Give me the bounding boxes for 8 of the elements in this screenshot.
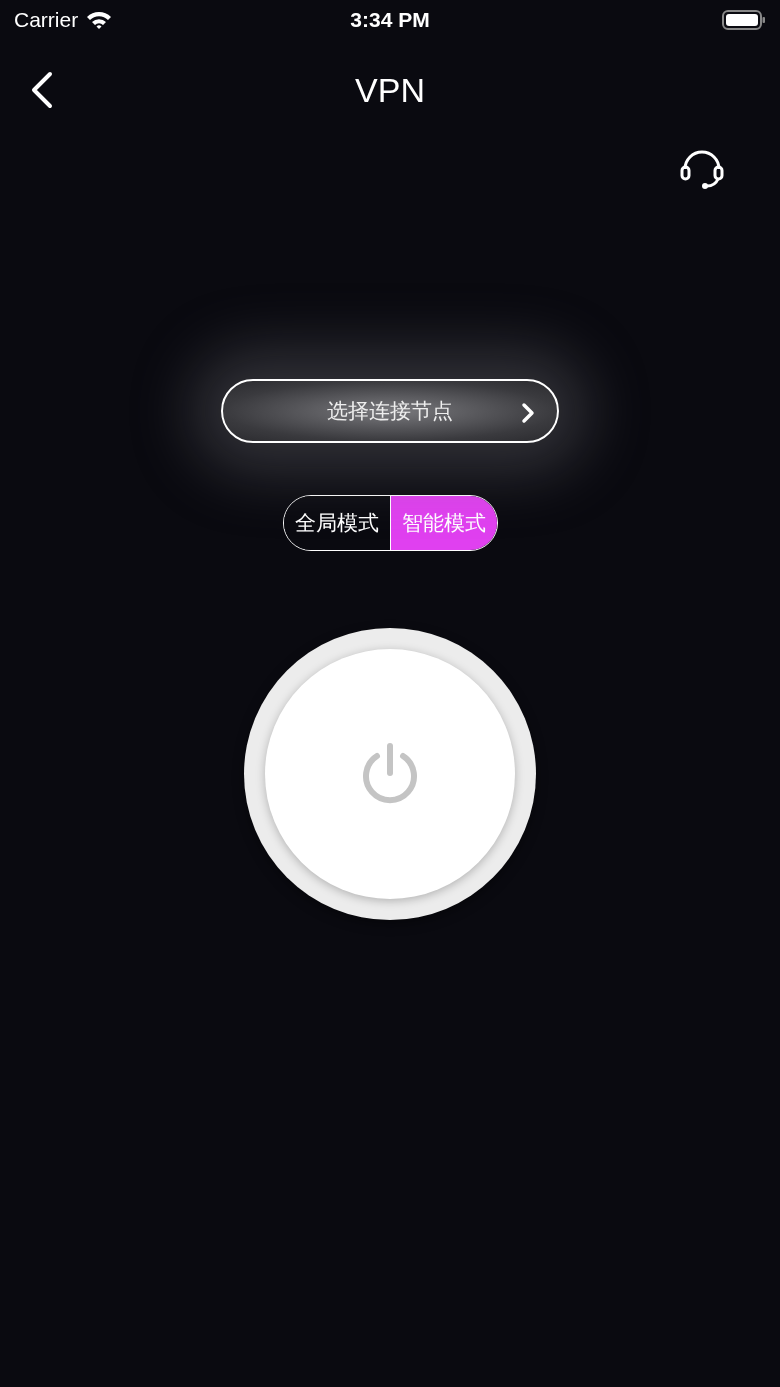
carrier-label: Carrier xyxy=(14,7,79,34)
chevron-right-icon xyxy=(521,402,535,424)
clock-time: 3:34 PM xyxy=(350,7,430,34)
page-title: VPN xyxy=(355,69,425,111)
battery-icon xyxy=(722,9,766,31)
mode-tab[interactable]: 智能模式 xyxy=(389,496,497,550)
wifi-icon xyxy=(86,10,113,30)
node-select-button[interactable]: 选择连接节点 xyxy=(221,379,559,443)
